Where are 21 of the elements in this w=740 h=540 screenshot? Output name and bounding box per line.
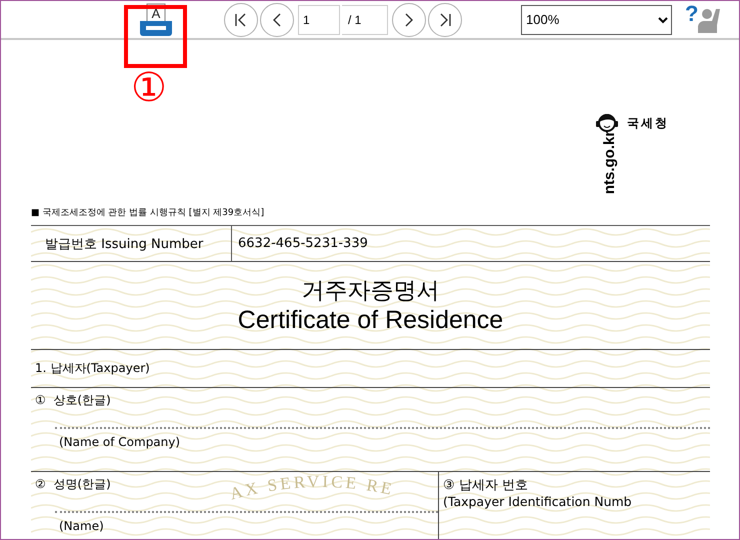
help-button[interactable]: ? bbox=[685, 2, 724, 36]
field-label-english: (Name of Company) bbox=[58, 435, 180, 449]
field-label: ① 상호(한글) bbox=[35, 392, 111, 409]
zoom-select[interactable]: 100% bbox=[521, 4, 672, 34]
document-subtitle: Certificate of Residence bbox=[238, 306, 504, 334]
issuing-number-value: 6632-465-5231-339 bbox=[237, 236, 368, 251]
agency-name: 국세청 bbox=[627, 114, 669, 132]
page-total: / 1 bbox=[342, 4, 388, 34]
section-heading: 1. 납세자(Taxpayer) bbox=[35, 360, 150, 377]
agency-website: nts.go.kr bbox=[601, 130, 618, 194]
print-button[interactable]: A bbox=[137, 2, 175, 38]
annotation-number: ① bbox=[131, 65, 167, 111]
issuing-number-label: 발급번호 Issuing Number bbox=[31, 226, 232, 261]
field-label-english: (Name) bbox=[58, 519, 104, 533]
field-label-english: (Taxpayer Identification Numb bbox=[443, 494, 633, 509]
form-reference: ■ 국제조세조정에 관한 법률 시행규칙 [별지 제39호서식] bbox=[31, 207, 264, 220]
document-title: 거주자증명서 bbox=[302, 277, 440, 306]
field-label: ② 성명(한글) bbox=[35, 476, 111, 493]
seal-text: AX SERVICE RE bbox=[216, 474, 426, 504]
page-number-field[interactable]: 1 bbox=[298, 4, 340, 34]
field-label: ③ 납세자 번호 bbox=[443, 477, 529, 494]
